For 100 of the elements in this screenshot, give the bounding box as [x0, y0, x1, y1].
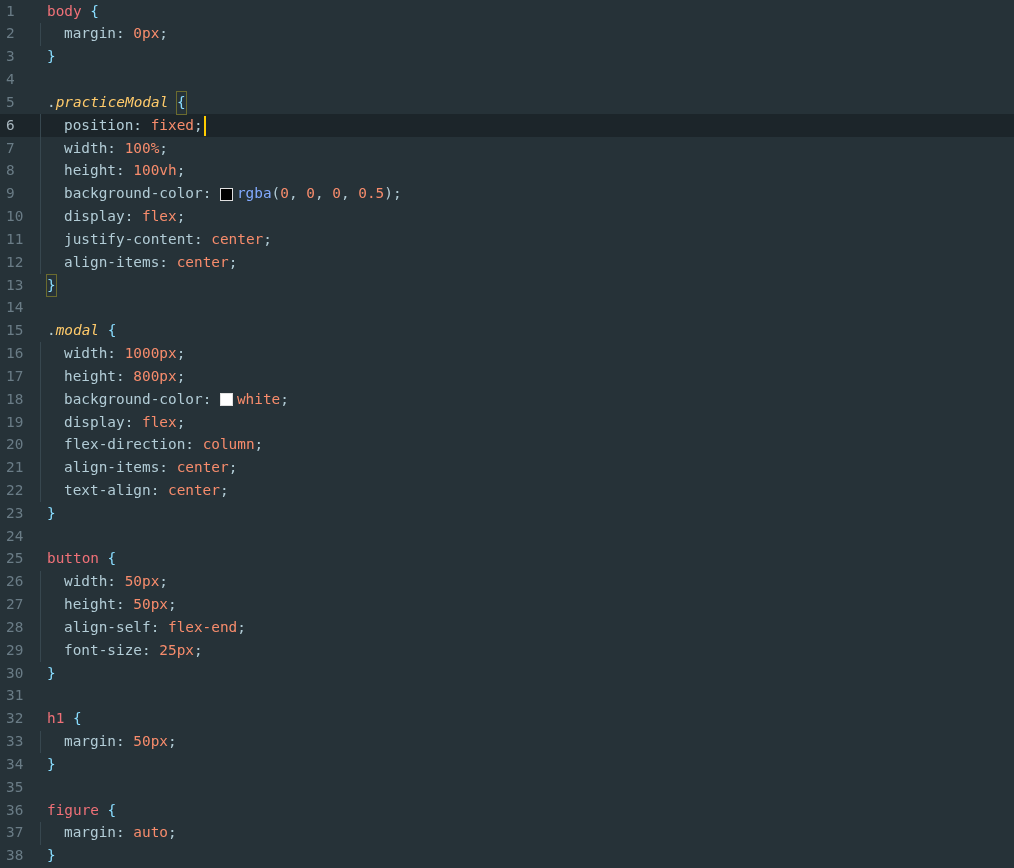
code-token: 0 [306, 184, 315, 204]
line-number: 10 [5, 207, 25, 227]
code-token: modal [55, 321, 99, 341]
line-number: 3 [5, 47, 16, 67]
line-number: 15 [5, 321, 25, 341]
code-token: { [107, 549, 117, 569]
code-token: ; [237, 617, 246, 637]
code-token: width [64, 344, 108, 364]
code-token: body [47, 1, 82, 21]
code-token: 50px [124, 572, 160, 592]
code-token: position [64, 115, 134, 135]
code-token: ; [219, 481, 229, 500]
line-number: 8 [5, 161, 16, 181]
code-token: { [107, 321, 117, 341]
code-token: h1 [47, 709, 65, 729]
line-number: 14 [5, 298, 25, 318]
line-number: 19 [5, 412, 25, 432]
code-token: : [116, 595, 126, 615]
code-token: 800px [133, 366, 177, 386]
code-token: ; [167, 823, 177, 843]
code-token: justify-content [64, 229, 194, 249]
code-token: 0 [280, 184, 289, 204]
code-token: { [90, 1, 99, 21]
code-token: fixed [150, 115, 194, 135]
line-number: 20 [5, 435, 25, 455]
code-token: ; [167, 595, 177, 615]
line-number: 32 [5, 709, 25, 729]
line-number: 17 [5, 366, 25, 386]
code-token: 100vh [133, 161, 177, 181]
line-number: 23 [5, 503, 25, 523]
code-token: center [176, 458, 229, 478]
line-number: 26 [5, 572, 25, 592]
code-token: } [47, 663, 56, 683]
code-token: 1000px [124, 344, 177, 364]
code-token: center [176, 252, 229, 272]
line-number: 35 [5, 777, 25, 797]
code-token: align-self [64, 617, 151, 637]
code-token: : [150, 617, 161, 637]
line-number: 21 [5, 458, 25, 478]
code-token: : [107, 572, 117, 592]
line-number: 18 [5, 389, 25, 409]
code-token: } [47, 754, 56, 774]
code-token: , [340, 184, 351, 204]
code-token: : [124, 412, 135, 432]
code-token: margin [64, 24, 116, 44]
line-number: 2 [5, 24, 16, 44]
code-token: center [167, 481, 220, 500]
code-token: ; [176, 366, 186, 386]
code-token: center [211, 229, 264, 249]
code-token: ; [228, 458, 238, 478]
code-token: white [236, 389, 281, 409]
code-token: height [64, 161, 116, 181]
line-number: 38 [5, 846, 25, 866]
code-token: figure [47, 800, 99, 820]
line-number: 31 [5, 686, 25, 706]
code-token: practiceModal [55, 92, 169, 112]
code-token: : [116, 823, 126, 843]
line-number: 30 [5, 663, 25, 683]
code-token: : [159, 458, 169, 478]
code-token: : [116, 24, 126, 44]
code-token: : [116, 161, 126, 181]
code-token: flex [142, 412, 177, 432]
code-token: ( [271, 184, 281, 204]
code-token: ; [254, 435, 264, 455]
code-token: } [47, 47, 56, 67]
code-token: ; [228, 252, 238, 272]
line-number: 29 [5, 640, 25, 660]
code-token: ; [159, 24, 168, 44]
code-token: : [202, 389, 213, 409]
code-token: : [185, 435, 195, 455]
code-token: flex [142, 207, 177, 227]
code-token: align-items [64, 252, 160, 272]
line-number: 28 [5, 617, 25, 637]
code-token: ; [263, 229, 272, 249]
code-token: : [202, 184, 213, 204]
code-token: : [142, 640, 152, 660]
code-token: , [314, 184, 325, 204]
code-token: flex-end [167, 617, 238, 637]
code-token: ; [176, 207, 186, 227]
code-token: : [133, 115, 143, 135]
code-token: ; [280, 389, 289, 409]
code-token: width [64, 572, 108, 592]
code-token: : [193, 229, 204, 249]
line-number: 5 [5, 92, 16, 112]
line-number: 12 [5, 252, 25, 272]
code-token: } [47, 503, 56, 523]
code-token: ; [176, 161, 186, 181]
code-token: , [288, 184, 299, 204]
code-token: : [150, 481, 161, 500]
code-token: : [124, 207, 135, 227]
code-token: 25px [159, 640, 194, 660]
line-number: 33 [5, 732, 25, 752]
code-token: width [64, 138, 108, 158]
line-number: 6 [5, 115, 16, 135]
code-token: margin [64, 823, 116, 843]
code-token: . [47, 92, 56, 112]
line-number: 24 [5, 526, 25, 546]
code-token: 0px [133, 24, 160, 44]
code-token: ; [193, 640, 203, 660]
code-token: . [47, 321, 56, 341]
